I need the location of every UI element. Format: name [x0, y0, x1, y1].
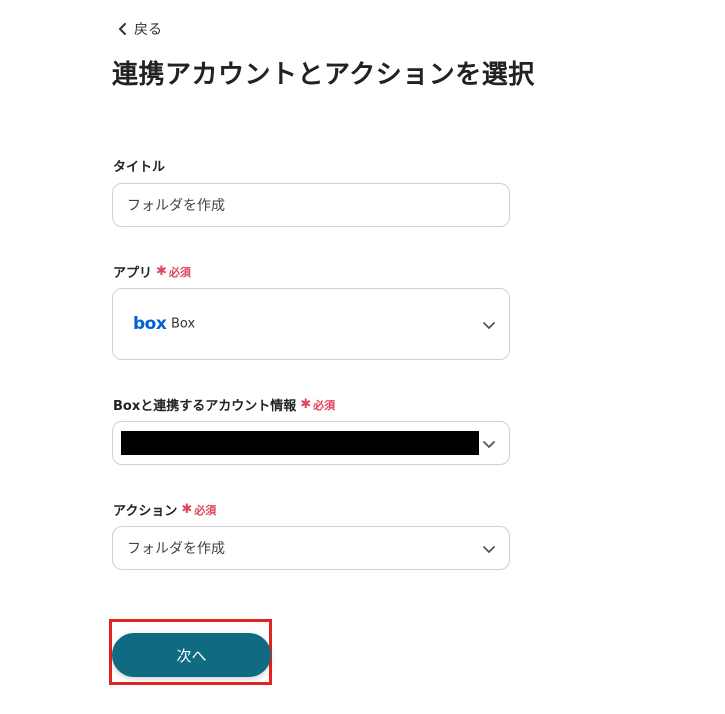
app-select[interactable]: box Box	[112, 288, 510, 360]
chevron-down-icon	[483, 539, 495, 558]
action-select-value: フォルダを作成	[127, 541, 225, 557]
action-field-label-text: アクション	[113, 504, 178, 519]
required-asterisk-icon: ✱	[181, 502, 193, 517]
chevron-down-icon	[483, 315, 495, 334]
app-select-value: Box	[171, 316, 196, 332]
title-input[interactable]	[113, 184, 509, 226]
required-badge: 必須	[194, 503, 217, 517]
chevron-left-icon	[118, 23, 128, 35]
action-select[interactable]: フォルダを作成	[112, 526, 510, 570]
box-logo-icon: box	[133, 314, 167, 334]
redacted-account-value	[121, 431, 479, 455]
chevron-down-icon	[483, 434, 495, 453]
app-field-label: アプリ ✱ 必須	[113, 262, 191, 281]
app-field-label-text: アプリ	[113, 266, 153, 281]
required-asterisk-icon: ✱	[300, 397, 312, 412]
title-field	[112, 183, 510, 227]
required-badge: 必須	[168, 265, 191, 279]
account-field-label: Boxと連携するアカウント情報 ✱ 必須	[113, 395, 335, 414]
required-badge: 必須	[313, 398, 336, 412]
page-title: 連携アカウントとアクションを選択	[112, 60, 535, 90]
action-field-label: アクション ✱ 必須	[113, 500, 216, 519]
title-field-label-text: タイトル	[113, 160, 166, 175]
account-field-label-text: Boxと連携するアカウント情報	[113, 399, 297, 414]
account-select[interactable]	[112, 421, 510, 465]
title-field-label: タイトル	[113, 156, 165, 175]
required-asterisk-icon: ✱	[156, 264, 167, 279]
next-button[interactable]: 次へ	[112, 633, 271, 677]
back-link[interactable]: 戻る	[118, 19, 162, 39]
back-link-label: 戻る	[134, 22, 162, 38]
